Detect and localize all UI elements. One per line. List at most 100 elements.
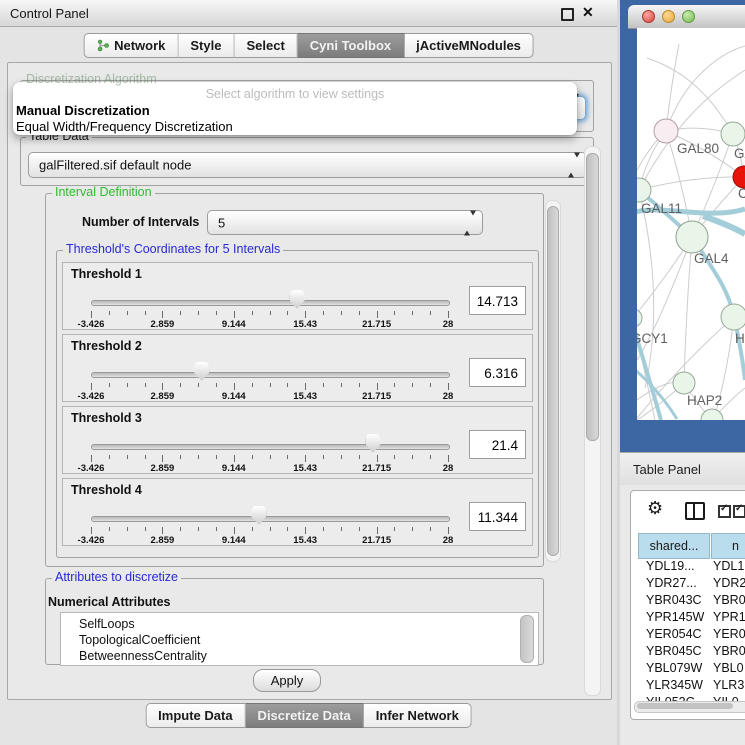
- column-header-shared-name[interactable]: shared...: [638, 533, 710, 559]
- cell-shared-name: YBR045C: [646, 644, 702, 658]
- table-row[interactable]: YDL19...YDL1: [631, 559, 745, 576]
- threshold-value-field[interactable]: 11.344: [469, 502, 526, 531]
- tab-label: Select: [246, 38, 284, 53]
- slider-handle[interactable]: [290, 290, 305, 309]
- slider-scale: -3.4262.8599.14415.4321.71528: [91, 383, 449, 401]
- table-row[interactable]: YBL079WYBL0: [631, 661, 745, 678]
- table-data-combobox-value: galFiltered.sif default node: [39, 158, 191, 173]
- split-columns-icon[interactable]: [685, 502, 705, 520]
- tick-mark: [180, 311, 181, 315]
- tick-mark: [323, 383, 324, 387]
- table-container: ⚙ shared... n YDL19...YDL1YDR27...YDR2YB…: [630, 490, 745, 720]
- tick-mark: [305, 311, 306, 318]
- tick-mark: [198, 527, 199, 531]
- gear-icon[interactable]: ⚙: [647, 499, 663, 517]
- bottom-tab-impute-data[interactable]: Impute Data: [145, 703, 245, 728]
- tick-mark: [127, 311, 128, 315]
- checkbox-icon[interactable]: [733, 505, 745, 518]
- cell-name: YDR2: [713, 576, 745, 590]
- minimize-traffic-light-icon[interactable]: [662, 10, 675, 23]
- panel-scrollbar[interactable]: [584, 146, 601, 696]
- network-node[interactable]: [637, 309, 642, 327]
- tick-mark: [109, 311, 110, 315]
- tick-label: 15.43: [293, 319, 317, 330]
- slider-track[interactable]: [91, 300, 450, 306]
- network-desktop: GAL80 GA C GAL11 GAL4 GCY1 H HAP2: [620, 0, 745, 452]
- column-header-name[interactable]: n: [711, 533, 745, 559]
- slider-track[interactable]: [91, 516, 450, 522]
- cell-name: YBR0: [713, 593, 745, 607]
- algorithm-option-manual[interactable]: Manual Discretization: [16, 103, 150, 118]
- table-row[interactable]: YPR145WYPR1: [631, 610, 745, 627]
- tick-label: 28: [443, 535, 454, 546]
- tick-mark: [448, 455, 449, 462]
- tick-label: 2.859: [151, 463, 175, 474]
- network-node[interactable]: [721, 122, 745, 146]
- control-panel: Control Panel ✕ NetworkStyleSelectCyni T…: [0, 0, 618, 745]
- cell-shared-name: YPR145W: [646, 610, 704, 624]
- number-of-intervals-label: Number of Intervals: [82, 215, 199, 229]
- tick-mark: [216, 311, 217, 315]
- threshold-value-field[interactable]: 6.316: [469, 358, 526, 387]
- table-panel-title: Table Panel: [633, 462, 701, 477]
- apply-button[interactable]: Apply: [253, 669, 321, 692]
- algorithm-option-equal-width[interactable]: Equal Width/Frequency Discretization: [16, 119, 233, 134]
- close-icon[interactable]: ✕: [582, 4, 594, 21]
- tick-mark: [270, 383, 271, 387]
- network-node-selected[interactable]: [733, 166, 745, 188]
- tick-mark: [91, 311, 92, 318]
- network-window-titlebar[interactable]: [628, 5, 745, 29]
- scrollbar-thumb[interactable]: [586, 153, 599, 441]
- threshold-value-field[interactable]: 21.4: [469, 430, 526, 459]
- slider-handle[interactable]: [366, 434, 381, 453]
- tick-label: 28: [443, 391, 454, 402]
- slider-handle[interactable]: [194, 362, 209, 381]
- tab-style[interactable]: Style: [178, 33, 234, 58]
- attribute-list-item[interactable]: SelfLoops: [61, 616, 538, 632]
- algorithm-placeholder-option[interactable]: Select algorithm to view settings: [13, 87, 577, 101]
- threshold-row: Threshold 3-3.4262.8599.14415.4321.71528…: [62, 406, 533, 474]
- tick-mark: [394, 455, 395, 459]
- network-node[interactable]: [673, 372, 695, 394]
- slider-track[interactable]: [91, 444, 450, 450]
- network-node[interactable]: [654, 119, 678, 143]
- tab-jactivemnodules[interactable]: jActiveMNodules: [404, 33, 534, 58]
- network-view-canvas[interactable]: GAL80 GA C GAL11 GAL4 GCY1 H HAP2: [637, 28, 745, 420]
- tick-label: 28: [443, 463, 454, 474]
- network-node[interactable]: [721, 304, 745, 330]
- number-of-intervals-combobox[interactable]: 5: [207, 210, 483, 235]
- tick-mark: [394, 383, 395, 387]
- attribute-list-item[interactable]: TopologicalCoefficient: [61, 632, 538, 648]
- tab-cyni-toolbox[interactable]: Cyni Toolbox: [298, 33, 404, 58]
- list-scrollbar-thumb[interactable]: [520, 615, 534, 663]
- network-node-labels: GAL80 GA C GAL11 GAL4 GCY1 H HAP2: [637, 141, 745, 408]
- checkbox-icon[interactable]: [718, 505, 731, 518]
- interval-scrollbar[interactable]: [545, 200, 561, 562]
- table-row[interactable]: YBR045CYBR0: [631, 644, 745, 661]
- table-row[interactable]: YDR27...YDR2: [631, 576, 745, 593]
- horizontal-scrollbar[interactable]: [634, 701, 745, 713]
- tab-network[interactable]: Network: [83, 33, 178, 58]
- network-nodes[interactable]: [637, 119, 745, 420]
- zoom-traffic-light-icon[interactable]: [682, 10, 695, 23]
- table-row[interactable]: YER054CYER0: [631, 627, 745, 644]
- bottom-tab-infer-network[interactable]: Infer Network: [364, 703, 472, 728]
- close-traffic-light-icon[interactable]: [642, 10, 655, 23]
- network-node-label: H: [735, 331, 745, 346]
- scrollbar-thumb[interactable]: [637, 703, 733, 709]
- tick-mark: [377, 311, 378, 318]
- table-row[interactable]: YLR345WYLR3: [631, 678, 745, 695]
- float-window-icon[interactable]: [561, 8, 574, 21]
- slider-track[interactable]: [91, 372, 450, 378]
- tab-select[interactable]: Select: [234, 33, 297, 58]
- threshold-value-field[interactable]: 14.713: [469, 286, 526, 315]
- cell-shared-name: YER054C: [646, 627, 702, 641]
- tick-label: 9.144: [222, 535, 246, 546]
- bottom-tab-discretize-data[interactable]: Discretize Data: [246, 703, 364, 728]
- table-row[interactable]: YBR043CYBR0: [631, 593, 745, 610]
- network-node[interactable]: [676, 221, 708, 253]
- attribute-list-item[interactable]: BetweennessCentrality: [61, 648, 538, 664]
- table-data-combobox[interactable]: galFiltered.sif default node: [28, 152, 587, 178]
- slider-handle[interactable]: [251, 506, 266, 525]
- scrollbar-thumb[interactable]: [547, 206, 559, 556]
